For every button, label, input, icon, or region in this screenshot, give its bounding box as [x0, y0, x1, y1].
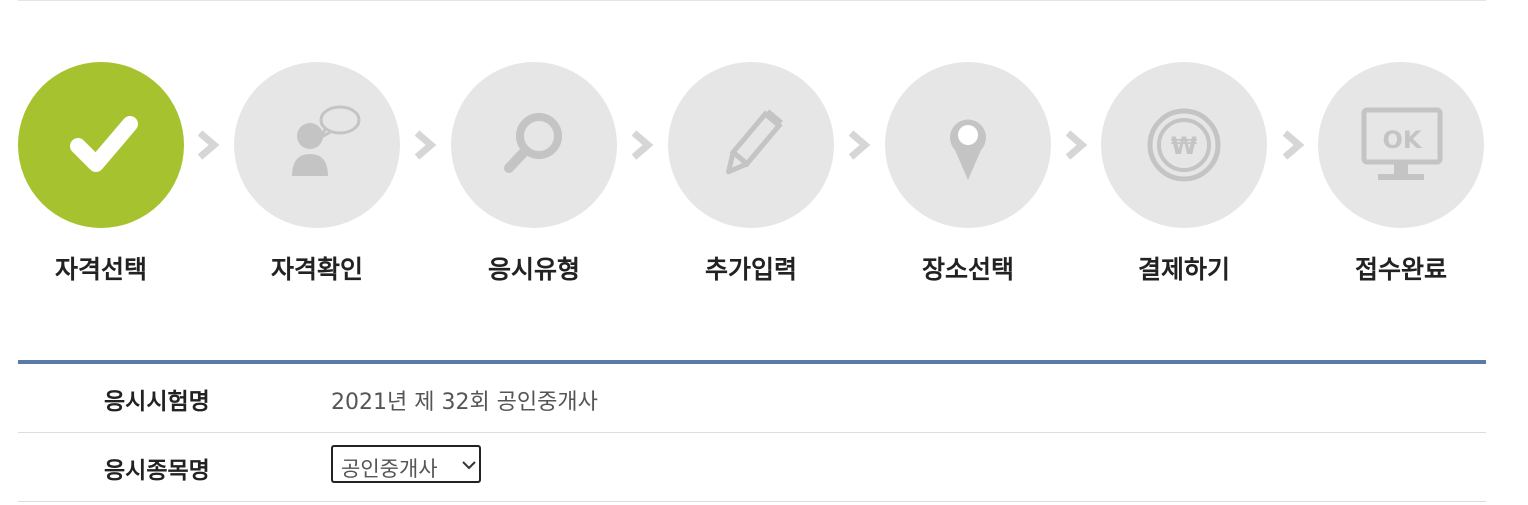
- step-7-circle: OK: [1318, 62, 1484, 228]
- step-6-label: 결제하기: [1137, 255, 1230, 284]
- exam-name-label: 응시시험명: [104, 389, 210, 415]
- step-4-label: 추가입력: [704, 255, 797, 284]
- chevron-right-icon: [1282, 130, 1305, 160]
- chevron-right-icon: [1065, 130, 1088, 160]
- won-symbol: ₩: [1171, 132, 1198, 160]
- pencil-icon: [726, 109, 783, 175]
- check-icon: [70, 116, 138, 172]
- step-6: ₩ 결제하기: [1101, 62, 1267, 284]
- chevron-right-icon: [414, 130, 437, 160]
- person-speech-icon: [292, 105, 361, 176]
- subject-select[interactable]: 공인중개사: [331, 445, 481, 483]
- step-6-circle: ₩: [1101, 62, 1267, 228]
- step-7: OK 접수완료: [1318, 62, 1484, 284]
- step-1-label: 자격선택: [54, 255, 147, 284]
- monitor-ok-icon: OK: [1361, 107, 1443, 180]
- chevron-right-icon: [631, 130, 654, 160]
- step-7-label: 접수완료: [1354, 255, 1447, 284]
- step-5-label: 장소선택: [921, 255, 1014, 284]
- chevron-right-icon: [848, 130, 871, 160]
- won-coin-icon: ₩: [1147, 108, 1221, 182]
- subject-label: 응시종목명: [104, 458, 210, 484]
- top-divider: [18, 0, 1486, 1]
- step-3-label: 응시유형: [487, 255, 580, 284]
- step-1: 자격선택: [18, 62, 184, 284]
- step-2-circle: [234, 62, 400, 228]
- step-3: 응시유형: [451, 62, 617, 284]
- exam-info-table: 응시시험명 2021년 제 32회 공인중개사 응시종목명 공인중개사: [18, 360, 1486, 502]
- chevron-down-icon: [462, 461, 476, 470]
- step-2-label: 자격확인: [270, 255, 363, 284]
- magnifier-icon: [504, 113, 562, 173]
- subject-select-value: 공인중개사: [341, 457, 438, 481]
- chevron-right-icon: [197, 130, 220, 160]
- step-4-circle: [668, 62, 834, 228]
- step-4: 추가입력: [668, 62, 834, 284]
- step-1-circle: [18, 62, 184, 228]
- ok-text: OK: [1383, 126, 1423, 154]
- step-5-circle: [885, 62, 1051, 228]
- table-row: 응시시험명 2021년 제 32회 공인중개사: [18, 364, 1486, 433]
- step-2: 자격확인: [234, 62, 400, 284]
- step-5: 장소선택: [885, 62, 1051, 284]
- step-3-circle: [451, 62, 617, 228]
- table-row: 응시종목명 공인중개사: [18, 433, 1486, 502]
- location-pin-icon: [950, 119, 986, 180]
- exam-name-value: 2021년 제 32회 공인중개사: [331, 390, 598, 415]
